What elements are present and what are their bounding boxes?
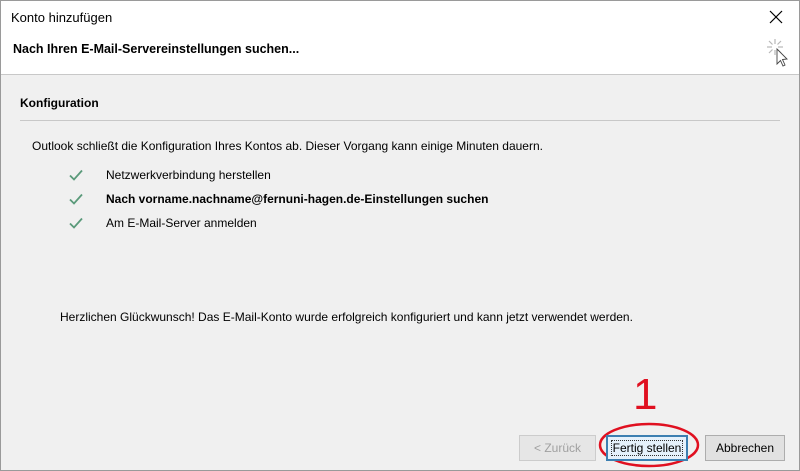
header-title: Nach Ihren E-Mail-Servereinstellungen su… [13,42,300,56]
spinner-icon [767,39,788,67]
step-label: Nach vorname.nachname@fernuni-hagen.de-E… [106,192,489,206]
step-item: Nach vorname.nachname@fernuni-hagen.de-E… [69,187,488,211]
cancel-button[interactable]: Abbrechen [705,435,785,461]
close-button[interactable] [759,4,793,30]
success-message: Herzlichen Glückwunsch! Das E-Mail-Konto… [60,310,633,324]
dialog-window: Konto hinzufügen Nach Ihren E-Mail-Serve… [0,0,800,471]
step-item: Am E-Mail-Server anmelden [69,211,488,235]
check-icon [69,216,83,230]
step-label: Am E-Mail-Server anmelden [106,216,257,230]
section-title: Konfiguration [20,96,99,110]
header-band: Nach Ihren E-Mail-Servereinstellungen su… [1,32,799,75]
check-icon [69,192,83,206]
finish-button[interactable]: Fertig stellen [606,435,688,461]
back-button[interactable]: < Zurück [519,435,596,461]
section-divider [20,120,780,121]
check-icon [69,168,83,182]
annotation-number: 1 [633,370,658,419]
configuration-section: Konfiguration [20,96,780,121]
window-title: Konto hinzufügen [11,10,113,25]
steps-list: Netzwerkverbindung herstellen Nach vorna… [69,163,488,235]
finish-button-label: Fertig stellen [608,437,686,459]
title-bar: Konto hinzufügen [1,1,799,32]
step-label: Netzwerkverbindung herstellen [106,168,271,182]
step-item: Netzwerkverbindung herstellen [69,163,488,187]
intro-text: Outlook schließt die Konfiguration Ihres… [32,139,543,153]
close-icon [769,10,783,24]
